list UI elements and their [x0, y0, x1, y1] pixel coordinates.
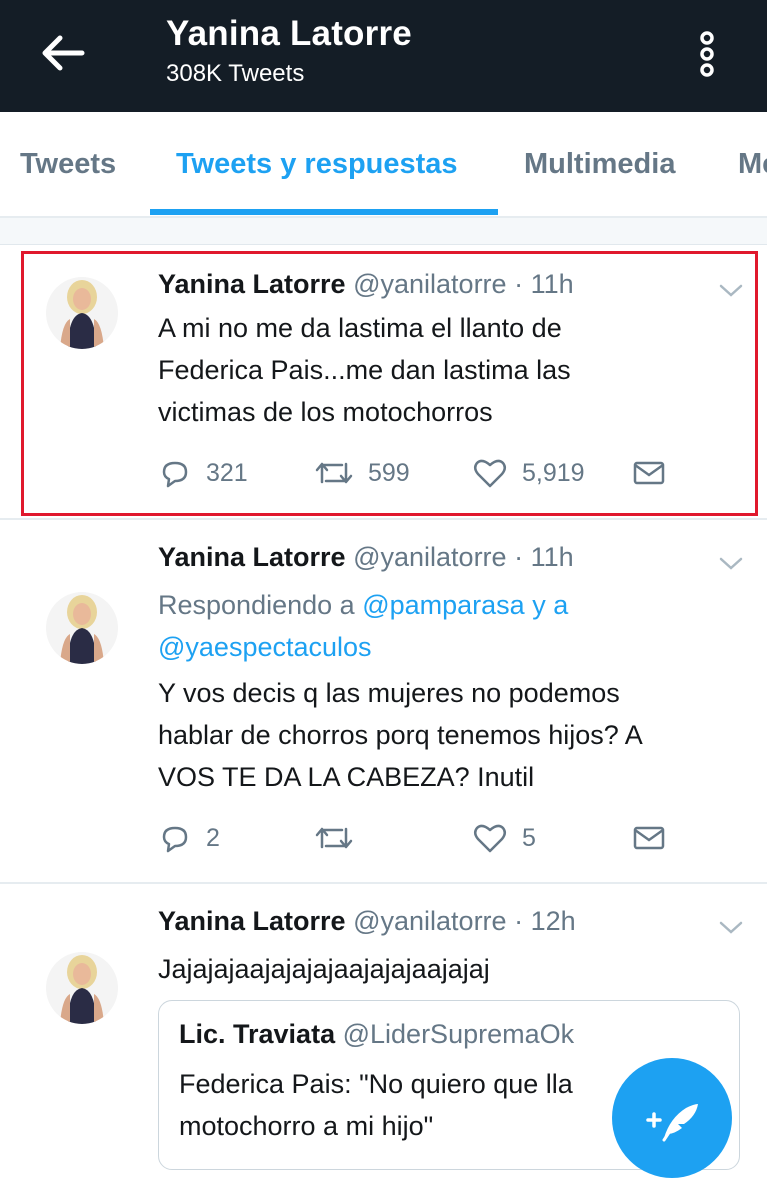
reply-icon	[162, 461, 188, 488]
active-tab-indicator	[150, 209, 498, 215]
tweet-actions: 321 599 5,919	[158, 453, 678, 493]
avatar[interactable]	[46, 277, 118, 349]
tweet-count: 308K Tweets	[166, 60, 305, 87]
tab-tweets-y-respuestas[interactable]: Tweets y respuestas	[176, 148, 458, 181]
retweet-button[interactable]	[314, 818, 368, 858]
like-count: 5,919	[522, 458, 585, 487]
like-button[interactable]: 5,919	[472, 453, 585, 493]
reply-count: 321	[206, 458, 248, 487]
compose-feather-icon	[646, 1104, 698, 1142]
tweet-text: Y vos decis q las mujeres no podemos hab…	[158, 678, 643, 792]
replying-to-label: Respondiendo a	[158, 590, 355, 620]
reply-count: 2	[206, 823, 220, 852]
direct-message-button[interactable]	[632, 818, 680, 858]
tweet-header: Yanina Latorre @yanilatorre · 12h	[158, 906, 576, 937]
tweet-time: · 11h	[514, 269, 574, 299]
envelope-icon	[633, 826, 665, 850]
author-handle[interactable]: @yanilatorre	[353, 542, 506, 572]
like-button[interactable]: 5	[472, 818, 536, 858]
chevron-down-icon[interactable]	[718, 283, 744, 299]
tweet-header: Yanina Latorre @yanilatorre · 11h	[158, 542, 574, 573]
author-handle[interactable]: @yanilatorre	[353, 906, 506, 936]
reply-button[interactable]: 321	[158, 453, 248, 493]
tweet-text: Jajajajaajajajajaajajajaajajaj	[158, 954, 490, 984]
section-divider	[0, 218, 767, 245]
retweet-button[interactable]: 599	[314, 453, 410, 493]
tweet-header: Yanina Latorre @yanilatorre · 11h	[158, 269, 574, 300]
quoted-author-name: Lic. Traviata	[179, 1019, 336, 1049]
kebab-menu-icon[interactable]	[690, 28, 724, 80]
mention-link[interactable]: @yaespectaculos	[158, 632, 372, 662]
author-handle[interactable]: @yanilatorre	[353, 269, 506, 299]
avatar[interactable]	[46, 592, 118, 664]
chevron-down-icon[interactable]	[718, 556, 744, 572]
author-name[interactable]: Yanina Latorre	[158, 906, 346, 936]
replying-to: Respondiendo a @pamparasa y a @yaespecta…	[158, 584, 718, 668]
top-bar: Yanina Latorre 308K Tweets	[0, 0, 767, 112]
reply-icon	[162, 826, 188, 853]
profile-tabs: Tweets Tweets y respuestas Multimedia Me	[0, 112, 767, 218]
quoted-tweet-header: Lic. Traviata @LiderSupremaOk	[179, 1019, 574, 1050]
like-count: 5	[522, 823, 536, 852]
replying-to-and: y a	[532, 590, 569, 620]
tweet-text: A mi no me da lastima el llanto de Feder…	[158, 313, 571, 427]
retweet-icon	[315, 827, 353, 849]
quoted-author-handle: @LiderSupremaOk	[342, 1019, 575, 1049]
tweet-item[interactable]: Yanina Latorre @yanilatorre · 11h Respon…	[0, 520, 767, 884]
compose-tweet-button[interactable]	[612, 1058, 732, 1178]
tab-tweets[interactable]: Tweets	[20, 148, 116, 181]
envelope-icon	[633, 461, 665, 485]
tweet-item[interactable]: Yanina Latorre @yanilatorre · 11h A mi n…	[0, 245, 767, 520]
tweet-time: · 12h	[514, 906, 576, 936]
retweet-icon	[315, 462, 353, 484]
profile-title: Yanina Latorre	[166, 14, 412, 53]
direct-message-button[interactable]	[632, 453, 680, 493]
avatar[interactable]	[46, 952, 118, 1024]
chevron-down-icon[interactable]	[718, 920, 744, 936]
mention-link[interactable]: @pamparasa	[362, 590, 525, 620]
heart-icon	[474, 824, 506, 853]
tab-me-gusta[interactable]: Me	[738, 148, 767, 181]
heart-icon	[474, 459, 506, 488]
tweet-actions: 2 5	[158, 818, 678, 858]
back-arrow-icon[interactable]	[38, 30, 88, 76]
retweet-count: 599	[368, 458, 410, 487]
reply-button[interactable]: 2	[158, 818, 220, 858]
tab-multimedia[interactable]: Multimedia	[524, 148, 675, 181]
author-name[interactable]: Yanina Latorre	[158, 269, 346, 299]
author-name[interactable]: Yanina Latorre	[158, 542, 346, 572]
tweet-time: · 11h	[514, 542, 574, 572]
